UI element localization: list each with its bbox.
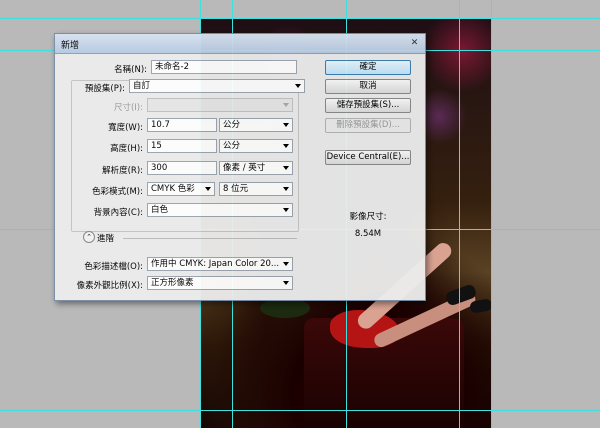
photo-detail <box>469 298 493 314</box>
preset-label: 預設集(P): <box>84 84 125 94</box>
size-select <box>147 98 293 112</box>
background-select[interactable]: 白色 <box>147 203 293 217</box>
pixel-aspect-select[interactable]: 正方形像素 <box>147 276 293 290</box>
bit-depth-value: 8 位元 <box>223 184 249 194</box>
height-input[interactable]: 15 <box>147 139 217 153</box>
background-value: 白色 <box>151 205 169 215</box>
chevron-down-icon <box>283 123 289 127</box>
dialog-titlebar[interactable]: 新增 ✕ <box>55 34 425 54</box>
name-input[interactable]: 未命名-2 <box>151 60 297 74</box>
width-label: 寬度(W): <box>108 123 143 133</box>
close-icon[interactable]: ✕ <box>408 37 421 49</box>
image-size-label: 影像尺寸: <box>349 212 387 222</box>
chevron-down-icon <box>283 187 289 191</box>
resolution-label: 解析度(R): <box>102 166 143 176</box>
advanced-label[interactable]: 進階 <box>97 232 114 244</box>
color-profile-label: 色彩描述檔(O): <box>84 262 143 272</box>
chevron-down-icon <box>283 262 289 266</box>
background-label: 背景內容(C): <box>93 208 143 218</box>
photo-detail <box>260 298 310 318</box>
width-unit-select[interactable]: 公分 <box>219 118 293 132</box>
height-label: 高度(H): <box>110 144 143 154</box>
image-size-value: 8.54M <box>354 229 382 239</box>
guide-line-vertical[interactable] <box>459 0 460 428</box>
dialog-title: 新增 <box>61 41 80 51</box>
advanced-toggle-icon[interactable]: ⌃ <box>83 231 95 243</box>
color-profile-select[interactable]: 作用中 CMYK: Japan Color 20... <box>147 257 293 271</box>
color-mode-select[interactable]: CMYK 色彩 <box>147 182 215 196</box>
ok-button[interactable]: 確定 <box>325 60 411 75</box>
width-unit-value: 公分 <box>223 120 241 130</box>
cancel-button[interactable]: 取消 <box>325 79 411 94</box>
resolution-unit-value: 像素 / 英寸 <box>223 163 266 173</box>
guide-line-vertical[interactable] <box>491 0 492 428</box>
pixel-aspect-label: 像素外觀比例(X): <box>76 281 143 291</box>
chevron-down-icon <box>283 166 289 170</box>
chevron-down-icon <box>283 281 289 285</box>
save-preset-button[interactable]: 儲存預設集(S)... <box>325 98 411 113</box>
resolution-unit-select[interactable]: 像素 / 英寸 <box>219 161 293 175</box>
chevron-down-icon <box>205 187 211 191</box>
advanced-divider <box>123 238 297 239</box>
size-label: 尺寸(I): <box>113 103 143 113</box>
bit-depth-select[interactable]: 8 位元 <box>219 182 293 196</box>
resolution-input[interactable]: 300 <box>147 161 217 175</box>
color-mode-value: CMYK 色彩 <box>151 184 195 194</box>
new-document-dialog: 新增 ✕ 名稱(N): 未命名-2 預設集(P): 自訂 尺寸(I): 寬度(W… <box>54 33 426 301</box>
name-label: 名稱(N): <box>114 65 147 75</box>
color-profile-value: 作用中 CMYK: Japan Color 20... <box>151 259 280 269</box>
preset-select[interactable]: 自訂 <box>129 79 305 93</box>
preset-value: 自訂 <box>133 81 151 91</box>
chevron-down-icon <box>283 103 289 107</box>
device-central-button[interactable]: Device Central(E)... <box>325 150 411 165</box>
guide-line-horizontal[interactable] <box>0 410 600 411</box>
delete-preset-button: 刪除預設集(D)... <box>325 118 411 133</box>
chevron-down-icon <box>295 84 301 88</box>
width-input[interactable]: 10.7 <box>147 118 217 132</box>
guide-line-horizontal[interactable] <box>0 18 600 19</box>
chevron-down-icon <box>283 144 289 148</box>
pixel-aspect-value: 正方形像素 <box>151 278 194 288</box>
color-mode-label: 色彩模式(M): <box>92 187 143 197</box>
chevron-down-icon <box>283 208 289 212</box>
height-unit-select[interactable]: 公分 <box>219 139 293 153</box>
height-unit-value: 公分 <box>223 141 241 151</box>
